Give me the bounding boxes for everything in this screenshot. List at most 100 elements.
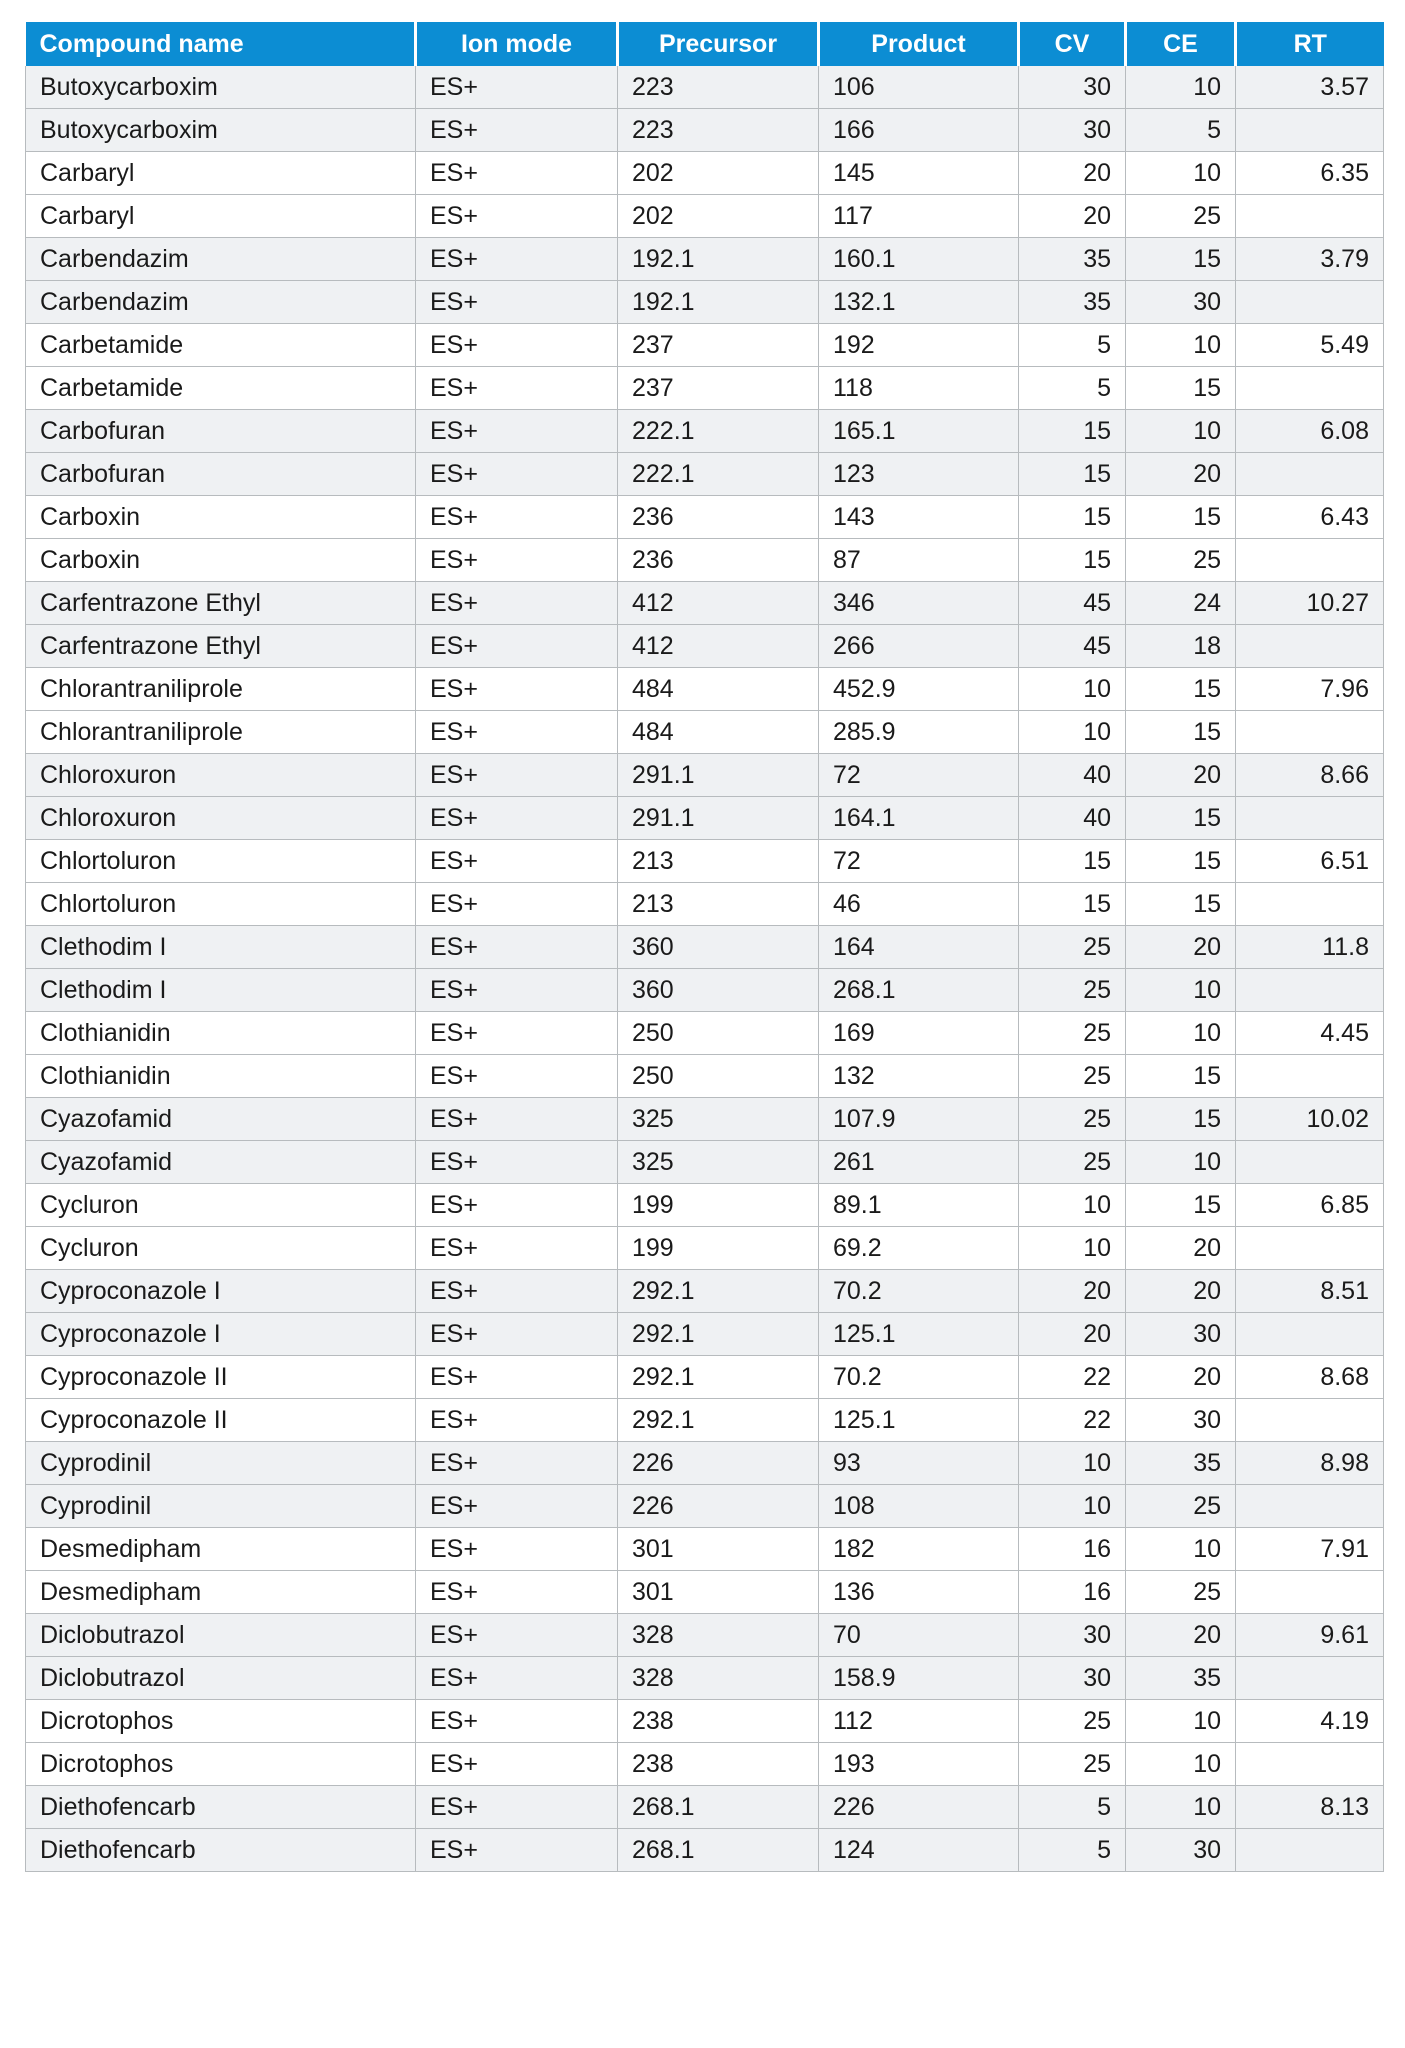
table-row: Carboxin ES+ 236 87 15 25 <box>25 538 1384 582</box>
cell-compound: Cyazofamid <box>25 1140 416 1184</box>
cell-ion_mode: ES+ <box>415 1527 618 1571</box>
cell-product: 72 <box>818 753 1019 797</box>
cell-ion_mode: ES+ <box>415 1441 618 1485</box>
cell-product: 266 <box>818 624 1019 668</box>
cell-ce: 10 <box>1125 1140 1236 1184</box>
cell-product: 108 <box>818 1484 1019 1528</box>
cell-product: 143 <box>818 495 1019 539</box>
cell-ce: 15 <box>1125 366 1236 410</box>
table-row: Carbaryl ES+ 202 117 20 25 <box>25 194 1384 238</box>
cell-rt: 6.43 <box>1235 495 1384 539</box>
cell-cv: 20 <box>1018 151 1126 195</box>
cell-precursor: 268.1 <box>617 1785 819 1829</box>
cell-cv: 15 <box>1018 409 1126 453</box>
cell-cv: 30 <box>1018 66 1126 109</box>
cell-precursor: 226 <box>617 1484 819 1528</box>
cell-compound: Cyazofamid <box>25 1097 416 1141</box>
cell-rt <box>1235 366 1384 410</box>
cell-compound: Carboxin <box>25 495 416 539</box>
cell-rt: 7.91 <box>1235 1527 1384 1571</box>
cell-ce: 18 <box>1125 624 1236 668</box>
cell-rt <box>1235 624 1384 668</box>
cell-precursor: 328 <box>617 1613 819 1657</box>
cell-cv: 25 <box>1018 1742 1126 1786</box>
cell-precursor: 360 <box>617 968 819 1012</box>
cell-ce: 25 <box>1125 1570 1236 1614</box>
cell-cv: 45 <box>1018 624 1126 668</box>
table-header: Compound name Ion mode Precursor Product… <box>25 22 1384 66</box>
cell-compound: Diethofencarb <box>25 1785 416 1829</box>
cell-precursor: 238 <box>617 1699 819 1743</box>
cell-product: 452.9 <box>818 667 1019 711</box>
cell-compound: Diclobutrazol <box>25 1656 416 1700</box>
cell-ion_mode: ES+ <box>415 1183 618 1227</box>
cell-compound: Chlorantraniliprole <box>25 710 416 754</box>
column-header-cv: CV <box>1018 22 1127 66</box>
cell-compound: Cyproconazole II <box>25 1398 416 1442</box>
table-row: Cyproconazole I ES+ 292.1 125.1 20 30 <box>25 1312 1384 1356</box>
cell-rt: 4.19 <box>1235 1699 1384 1743</box>
cell-ce: 20 <box>1125 452 1236 496</box>
cell-precursor: 292.1 <box>617 1355 819 1399</box>
cell-rt: 6.51 <box>1235 839 1384 883</box>
cell-ion_mode: ES+ <box>415 409 618 453</box>
cell-ion_mode: ES+ <box>415 495 618 539</box>
cell-precursor: 484 <box>617 710 819 754</box>
cell-product: 182 <box>818 1527 1019 1571</box>
cell-ion_mode: ES+ <box>415 1226 618 1270</box>
cell-rt <box>1235 796 1384 840</box>
column-header-rt: RT <box>1235 22 1384 66</box>
cell-compound: Cyproconazole II <box>25 1355 416 1399</box>
cell-product: 261 <box>818 1140 1019 1184</box>
cell-compound: Clothianidin <box>25 1054 416 1098</box>
cell-rt <box>1235 108 1384 152</box>
cell-rt: 11.8 <box>1235 925 1384 969</box>
header-row: Compound name Ion mode Precursor Product… <box>25 22 1384 66</box>
table-row: Clothianidin ES+ 250 132 25 15 <box>25 1054 1384 1098</box>
cell-compound: Desmedipham <box>25 1570 416 1614</box>
cell-rt <box>1235 1140 1384 1184</box>
cell-precursor: 301 <box>617 1527 819 1571</box>
cell-ce: 20 <box>1125 753 1236 797</box>
table-row: Diclobutrazol ES+ 328 158.9 30 35 <box>25 1656 1384 1700</box>
cell-ion_mode: ES+ <box>415 753 618 797</box>
cell-cv: 10 <box>1018 1183 1126 1227</box>
cell-product: 46 <box>818 882 1019 926</box>
table-row: Carboxin ES+ 236 143 15 15 6.43 <box>25 495 1384 539</box>
cell-precursor: 223 <box>617 108 819 152</box>
table-row: Carbofuran ES+ 222.1 123 15 20 <box>25 452 1384 496</box>
cell-rt <box>1235 1054 1384 1098</box>
cell-cv: 16 <box>1018 1570 1126 1614</box>
cell-ce: 15 <box>1125 1183 1236 1227</box>
cell-ce: 20 <box>1125 1226 1236 1270</box>
cell-ce: 30 <box>1125 1398 1236 1442</box>
cell-cv: 40 <box>1018 753 1126 797</box>
cell-precursor: 236 <box>617 538 819 582</box>
column-header-ion-mode: Ion mode <box>415 22 619 66</box>
cell-rt: 8.66 <box>1235 753 1384 797</box>
cell-precursor: 301 <box>617 1570 819 1614</box>
cell-product: 166 <box>818 108 1019 152</box>
cell-compound: Carbendazim <box>25 237 416 281</box>
cell-cv: 10 <box>1018 1484 1126 1528</box>
cell-ion_mode: ES+ <box>415 1011 618 1055</box>
cell-rt: 6.85 <box>1235 1183 1384 1227</box>
cell-rt: 5.49 <box>1235 323 1384 367</box>
cell-rt: 6.35 <box>1235 151 1384 195</box>
cell-compound: Carbaryl <box>25 194 416 238</box>
cell-compound: Carfentrazone Ethyl <box>25 581 416 625</box>
cell-ce: 15 <box>1125 796 1236 840</box>
cell-compound: Cyproconazole I <box>25 1312 416 1356</box>
cell-compound: Carbetamide <box>25 366 416 410</box>
cell-ce: 35 <box>1125 1656 1236 1700</box>
table-row: Chlortoluron ES+ 213 72 15 15 6.51 <box>25 839 1384 883</box>
cell-ce: 20 <box>1125 1269 1236 1313</box>
table-row: Chloroxuron ES+ 291.1 164.1 40 15 <box>25 796 1384 840</box>
cell-product: 70.2 <box>818 1355 1019 1399</box>
cell-product: 193 <box>818 1742 1019 1786</box>
cell-cv: 25 <box>1018 1699 1126 1743</box>
cell-ce: 25 <box>1125 1484 1236 1528</box>
cell-ce: 30 <box>1125 1828 1236 1872</box>
cell-product: 117 <box>818 194 1019 238</box>
table-row: Desmedipham ES+ 301 136 16 25 <box>25 1570 1384 1614</box>
